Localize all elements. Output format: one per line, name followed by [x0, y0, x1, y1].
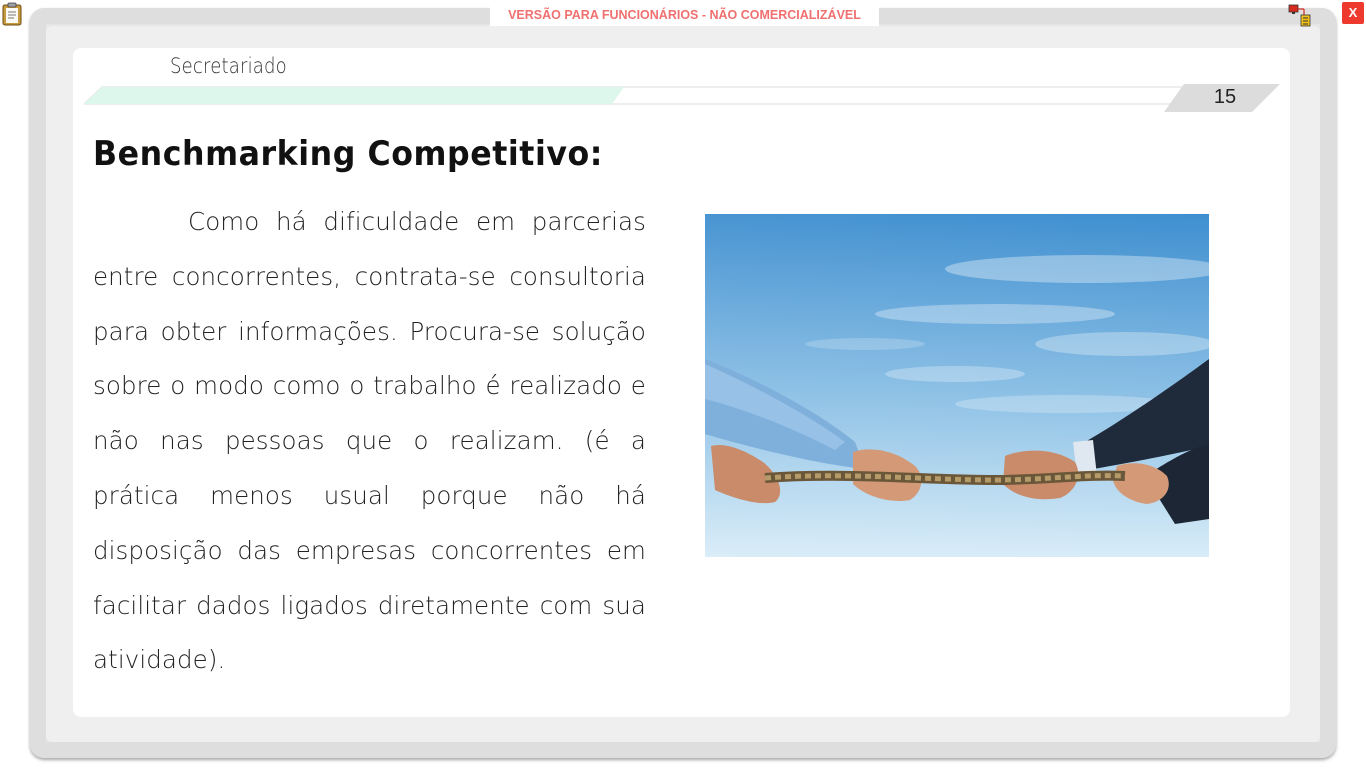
body-paragraph: Como há dificuldade em parcerias entre c… — [93, 195, 646, 688]
watermark-banner: VERSÃO PARA FUNCIONÁRIOS - NÃO COMERCIAL… — [490, 6, 879, 26]
slide-heading: Benchmarking Competitivo: — [93, 134, 604, 174]
header-accent-bar — [84, 84, 1280, 112]
tug-of-war-photo — [705, 214, 1209, 557]
network-status-icon[interactable] — [1288, 3, 1312, 27]
page-number: 15 — [1213, 86, 1237, 108]
clipboard-icon[interactable] — [2, 2, 22, 26]
course-title: Secretariado — [170, 54, 287, 78]
close-button[interactable]: X — [1342, 2, 1364, 24]
body-text: Como há dificuldade em parcerias entre c… — [93, 207, 646, 675]
